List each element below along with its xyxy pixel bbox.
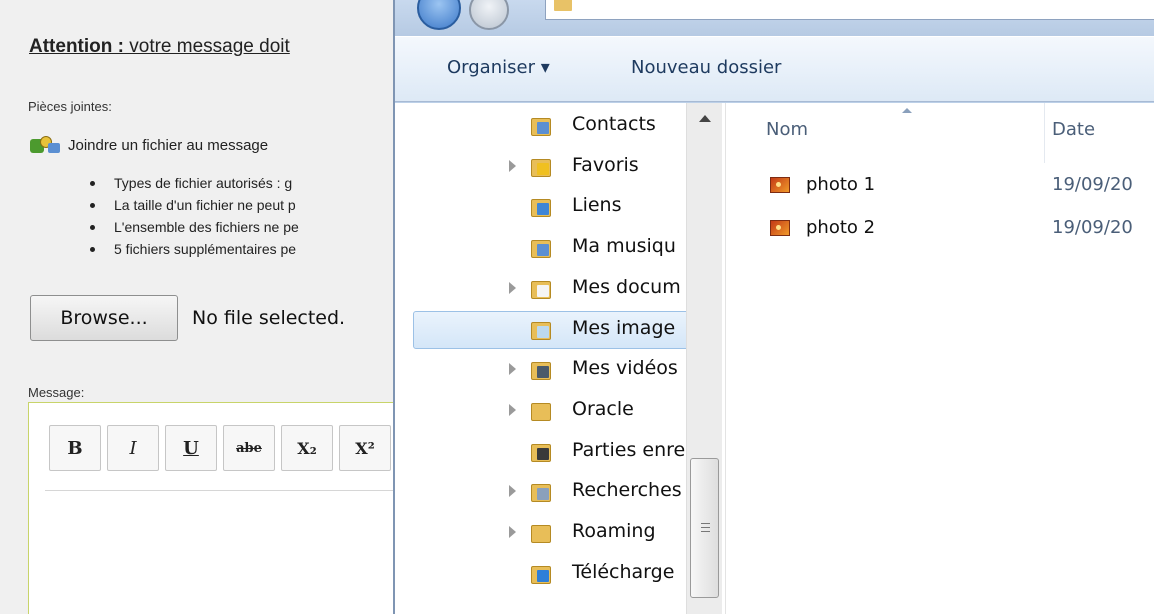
list-item: 5 fichiers supplémentaires pe — [90, 238, 299, 260]
expand-arrow-icon[interactable] — [509, 159, 516, 172]
folder-icon — [554, 0, 572, 11]
scroll-thumb[interactable] — [690, 458, 719, 598]
expand-arrow-icon[interactable] — [509, 403, 516, 416]
folder-icon — [531, 522, 553, 544]
back-arrow-icon[interactable] — [417, 0, 461, 30]
nav-scrollbar[interactable] — [686, 103, 722, 614]
attachment-rules-list: Types de fichier autorisés : g La taille… — [90, 172, 299, 260]
downloads-icon — [531, 563, 553, 585]
nav-item-parties-enre[interactable]: Parties enre — [395, 432, 705, 472]
nav-item-label: Liens — [572, 194, 622, 217]
attach-file-label: Joindre un fichier au message — [68, 136, 269, 154]
nav-item-label: Recherches — [572, 479, 682, 502]
subscript-button[interactable]: X₂ — [281, 425, 333, 471]
address-bar[interactable] — [545, 0, 1154, 20]
image-file-icon — [770, 177, 790, 193]
nav-item-label: Parties enre — [572, 438, 686, 461]
file-date: 19/09/20 — [1052, 174, 1133, 195]
nav-item-label: Ma musiqu — [572, 235, 676, 258]
grip-icon — [701, 523, 710, 532]
videos-icon — [531, 359, 553, 381]
file-name: photo 2 — [806, 217, 876, 238]
forward-arrow-icon[interactable] — [469, 0, 509, 30]
nav-item-contacts[interactable]: Contacts — [395, 106, 705, 146]
column-divider — [1044, 103, 1045, 163]
organise-menu-button[interactable]: Organiser ▾ — [447, 57, 550, 78]
scroll-up-arrow-icon[interactable] — [699, 115, 711, 122]
nav-item-label: Télécharge — [572, 560, 675, 583]
underline-button[interactable]: U — [165, 425, 217, 471]
attachments-label: Pièces jointes: — [28, 99, 112, 114]
list-item: Types de fichier autorisés : g — [90, 172, 299, 194]
pictures-icon — [531, 319, 553, 341]
list-item: La taille d'un fichier ne peut p — [90, 194, 299, 216]
attach-file-link[interactable]: Joindre un fichier au message — [28, 133, 268, 157]
file-row[interactable]: photo 2 19/09/20 — [766, 214, 1154, 244]
expand-arrow-icon[interactable] — [509, 281, 516, 294]
nav-item-label: Mes image — [572, 316, 676, 339]
nav-item-roaming[interactable]: Roaming — [395, 513, 705, 553]
strikethrough-button[interactable]: abe — [223, 425, 275, 471]
expand-arrow-icon[interactable] — [509, 363, 516, 376]
web-form-panel: Attention : votre message doit Pièces jo… — [0, 0, 400, 614]
expand-arrow-icon[interactable] — [509, 526, 516, 538]
nav-item-télécharge[interactable]: Télécharge — [395, 554, 705, 594]
links-icon — [531, 196, 553, 218]
dialog-titlebar — [395, 0, 1154, 36]
message-label: Message: — [28, 385, 85, 400]
italic-button[interactable]: I — [107, 425, 159, 471]
file-row[interactable]: photo 1 19/09/20 — [766, 171, 1154, 201]
file-list-pane: Nom Date photo 1 19/09/20 photo 2 19/09/20 — [725, 103, 1154, 614]
folder-icon — [531, 400, 553, 422]
file-date: 19/09/20 — [1052, 217, 1133, 238]
searches-icon — [531, 481, 553, 503]
sort-arrow-icon — [902, 108, 912, 113]
attachment-icon — [28, 135, 62, 155]
nav-item-mes-docum[interactable]: Mes docum — [395, 269, 705, 309]
navigation-pane: Contacts Favoris Liens Ma musiqu Mes docum Me… — [395, 103, 725, 614]
file-open-dialog: Organiser ▾ Nouveau dossier Contacts Favo… — [393, 0, 1154, 614]
nav-item-recherches[interactable]: Recherches — [395, 472, 705, 512]
attention-notice: Attention : votre message doit — [29, 36, 290, 57]
nav-item-favoris[interactable]: Favoris — [395, 147, 705, 187]
nav-item-label: Mes vidéos — [572, 357, 678, 380]
contacts-icon — [531, 115, 553, 137]
music-folder-icon — [531, 237, 553, 259]
nav-item-ma-musiqu[interactable]: Ma musiqu — [395, 228, 705, 268]
nav-item-label: Oracle — [572, 397, 634, 420]
image-file-icon — [770, 220, 790, 236]
column-header-name[interactable]: Nom — [766, 119, 808, 140]
expand-arrow-icon[interactable] — [509, 485, 516, 498]
nav-item-oracle[interactable]: Oracle — [395, 391, 705, 431]
browse-button[interactable]: Browse... — [30, 295, 178, 341]
favorites-icon — [531, 156, 553, 178]
nav-item-label: Mes docum — [572, 275, 681, 298]
message-editor[interactable]: B I U abe X₂ X² — [28, 402, 400, 614]
toolbar-divider — [45, 490, 400, 491]
documents-icon — [531, 278, 553, 300]
list-item: L'ensemble des fichiers ne pe — [90, 216, 299, 238]
superscript-button[interactable]: X² — [339, 425, 391, 471]
nav-item-label: Favoris — [572, 153, 639, 176]
nav-item-liens[interactable]: Liens — [395, 187, 705, 227]
nav-item-label: Contacts — [572, 113, 656, 135]
nav-item-mes-vidéos[interactable]: Mes vidéos — [395, 350, 705, 390]
command-bar: Organiser ▾ Nouveau dossier — [395, 36, 1154, 102]
bold-button[interactable]: B — [49, 425, 101, 471]
no-file-selected-text: No file selected. — [192, 307, 346, 329]
file-name: photo 1 — [806, 174, 876, 195]
saved-games-icon — [531, 441, 553, 463]
new-folder-button[interactable]: Nouveau dossier — [631, 57, 781, 78]
nav-item-mes-image[interactable]: Mes image — [395, 310, 705, 350]
nav-item-label: Roaming — [572, 520, 656, 542]
column-header-date[interactable]: Date — [1052, 119, 1095, 140]
editor-toolbar: B I U abe X₂ X² — [49, 425, 391, 471]
